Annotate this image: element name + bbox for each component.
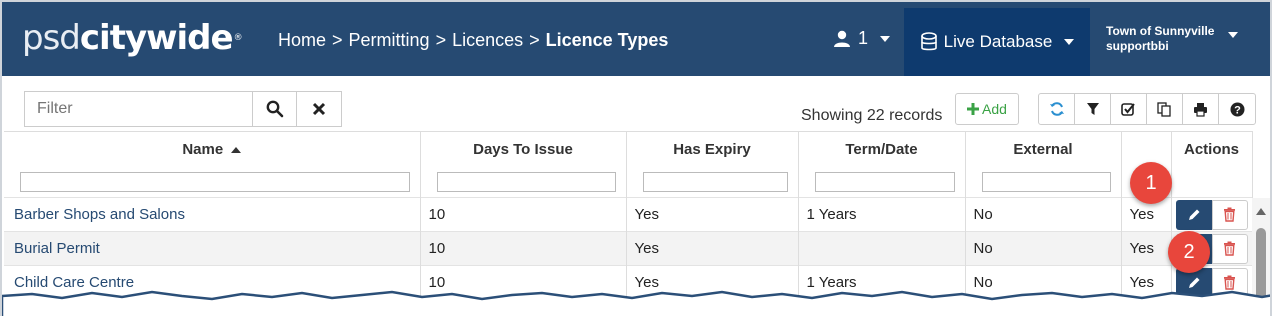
cell-name[interactable]: Barber Shops and Salons [4,197,421,232]
add-button[interactable]: Add [955,93,1019,125]
search-icon [266,100,283,118]
app-window: psdcitywide® Home > Permitting > Licence… [0,0,1272,316]
cell-expiry: Yes [626,197,799,232]
refresh-button[interactable] [1039,94,1075,124]
print-icon [1194,102,1207,117]
filter-icon [1086,103,1099,115]
plus-icon [967,103,980,115]
user-count: 1 [858,28,869,48]
breadcrumb: Home > Permitting > Licences > Licence T… [278,30,674,51]
username: supportbbi [1106,39,1169,53]
select-button[interactable] [1111,94,1147,124]
trash-icon [1224,241,1235,256]
cell-days: 10 [420,197,627,232]
column-filter-button[interactable] [1075,94,1111,124]
expiry-filter-field[interactable] [642,172,788,193]
record-count: Showing 22 records [801,107,943,124]
cell-term [798,231,966,266]
days-filter-field[interactable] [436,172,616,193]
edit-button[interactable] [1175,199,1212,230]
print-button[interactable] [1183,94,1219,124]
cell-name[interactable]: Burial Permit [4,231,421,266]
app-logo[interactable]: psdcitywide® [22,16,243,60]
chevron-down-icon [880,35,891,42]
term-filter-field[interactable] [814,172,955,193]
scroll-up-arrow-icon[interactable] [1256,208,1266,215]
add-label: Add [982,101,1007,117]
column-header-name[interactable]: Name [4,131,421,168]
delete-button[interactable] [1211,199,1248,230]
help-button[interactable]: ? [1219,94,1255,124]
cell-extra: Yes [1121,231,1172,266]
search-button[interactable] [253,92,297,126]
callout-badge: 2 [1168,231,1210,273]
database-selector[interactable]: Live Database [904,8,1090,76]
breadcrumb-licences[interactable]: Licences [452,30,523,51]
chevron-down-icon[interactable] [1228,32,1238,38]
filter-input[interactable] [25,92,253,126]
breadcrumb-separator: > [332,30,343,50]
licence-types-table: Name Days To Issue Has Expiry Term/Date … [4,131,1253,300]
svg-text:?: ? [1234,104,1241,116]
breadcrumb-separator: > [529,30,540,50]
pencil-icon [1188,209,1199,220]
cell-external: No [965,197,1122,232]
breadcrumb-permitting[interactable]: Permitting [349,30,430,51]
grid-tools: ? [1038,93,1256,125]
cell-term: 1 Years [798,197,966,232]
top-nav-bar: psdcitywide® Home > Permitting > Licence… [2,2,1270,76]
cell-external: No [965,231,1122,266]
cell-days: 10 [420,231,627,266]
clear-filter-button[interactable] [297,92,341,126]
breadcrumb-home[interactable]: Home [278,30,326,51]
table-row[interactable]: Burial Permit 10 Yes No Yes [4,231,1253,266]
torn-edge [2,290,1270,316]
column-header-term-date[interactable]: Term/Date [798,131,966,168]
callout-badge: 1 [1130,162,1172,204]
cell-expiry: Yes [626,231,799,266]
filter-bar [24,91,342,127]
close-icon [312,102,326,116]
column-header-has-expiry[interactable]: Has Expiry [626,131,799,168]
column-header-days-to-issue[interactable]: Days To Issue [420,131,627,168]
database-icon [920,32,937,51]
delete-button[interactable] [1211,233,1248,264]
chevron-down-icon [1064,39,1075,45]
sort-ascending-icon [231,147,242,154]
help-icon: ? [1230,102,1244,116]
breadcrumb-separator: > [435,30,447,50]
copy-button[interactable] [1147,94,1183,124]
database-label: Live Database [943,32,1053,51]
trash-icon [1224,207,1235,222]
table-row[interactable]: Barber Shops and Salons 10 Yes 1 Years N… [4,197,1253,232]
town-name: Town of Sunnyville [1106,24,1215,38]
name-filter-field[interactable] [20,172,410,193]
external-filter-field[interactable] [981,172,1111,193]
account-menu[interactable]: Town of Sunnyville supportbbi [1106,24,1214,54]
copy-icon [1157,101,1171,117]
breadcrumb-current: Licence Types [545,30,669,50]
cell-actions [1171,197,1253,232]
column-header-actions: Actions [1171,131,1253,168]
users-menu[interactable]: 1 [832,28,891,49]
user-icon [834,30,850,47]
column-header-external[interactable]: External [965,131,1122,168]
check-square-icon [1121,102,1135,116]
refresh-icon [1049,102,1064,116]
